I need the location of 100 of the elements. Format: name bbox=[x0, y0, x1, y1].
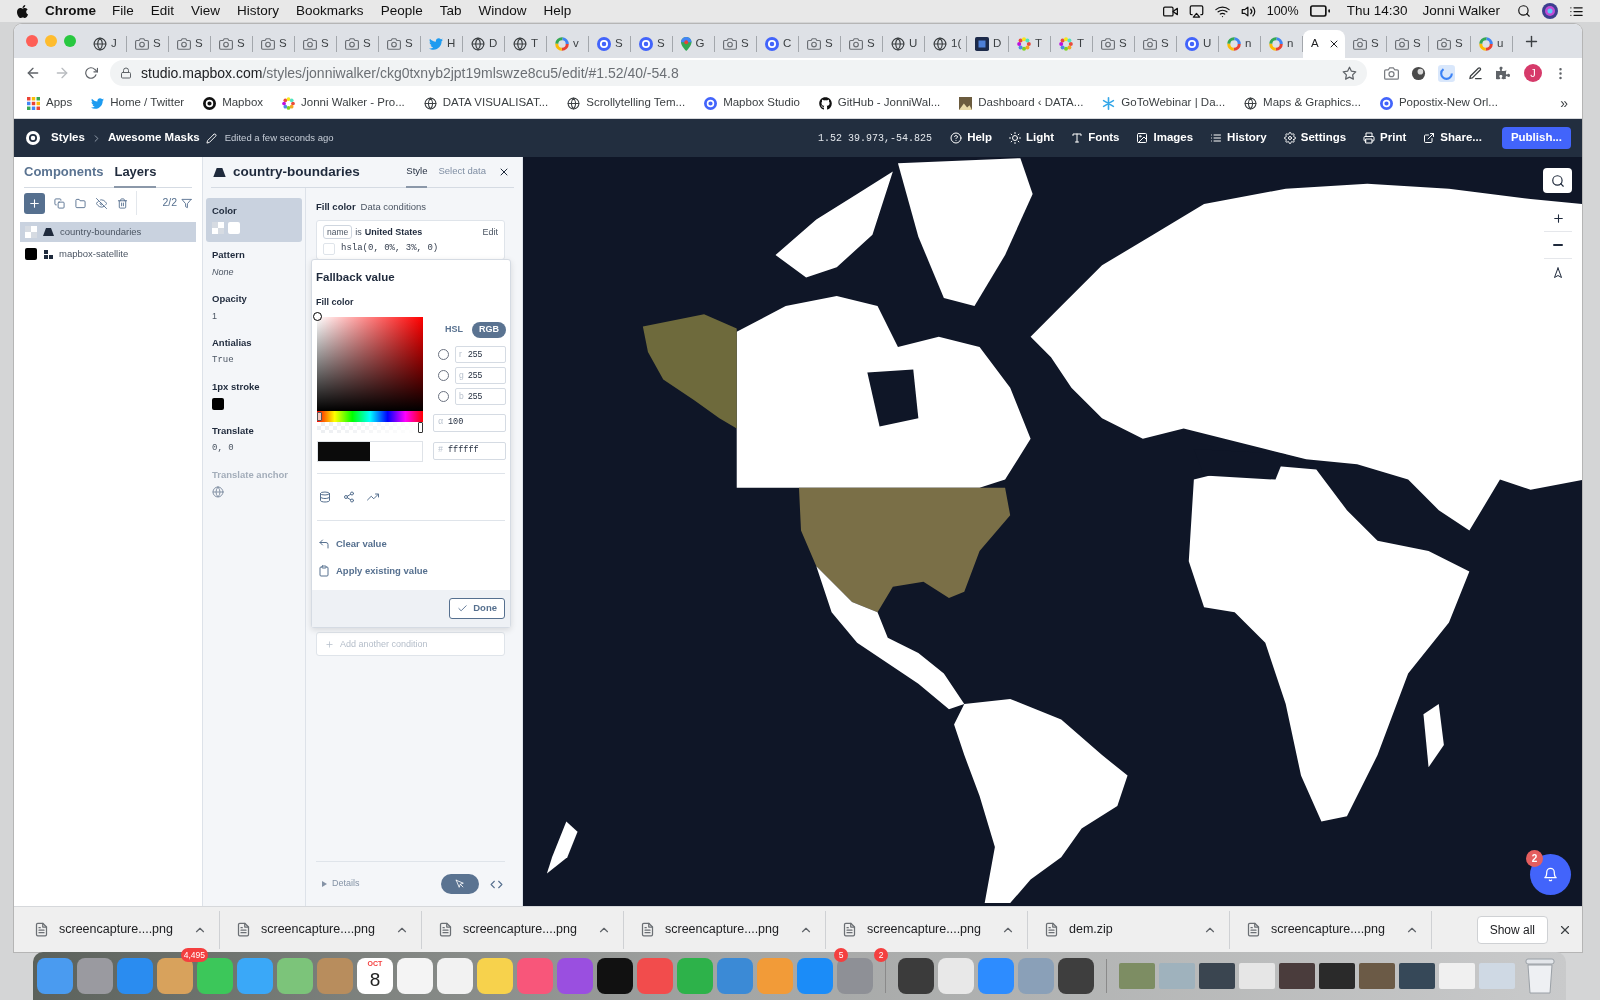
download-item[interactable]: screencapture....png bbox=[220, 910, 422, 949]
show-all-button[interactable]: Show all bbox=[1476, 915, 1548, 944]
eye-off-icon[interactable] bbox=[96, 197, 107, 209]
header-action-button[interactable]: Light bbox=[1009, 129, 1055, 147]
browser-tab[interactable]: T bbox=[1051, 30, 1093, 58]
address-bar[interactable]: studio.mapbox.com/styles/jonniwalker/ckg0txnyb2jpt19mlswze8cu5/edit/#1.52/40/-54.8 bbox=[110, 60, 1367, 86]
bookmark[interactable]: Jonni Walker - Pro... bbox=[282, 94, 405, 112]
browser-tab[interactable]: n bbox=[1219, 30, 1261, 58]
publish-button[interactable]: Publish... bbox=[1501, 127, 1571, 149]
bookmark[interactable]: Home / Twitter bbox=[91, 94, 185, 112]
browser-tab[interactable]: S bbox=[295, 30, 337, 58]
browser-tab[interactable]: H bbox=[421, 30, 463, 58]
browser-tab[interactable]: S bbox=[253, 30, 295, 58]
profile-avatar[interactable]: J bbox=[1524, 64, 1542, 82]
menu-item[interactable]: Help bbox=[543, 0, 572, 22]
popover-action-button[interactable]: Clear value bbox=[318, 536, 510, 551]
property-item[interactable]: Opacity 1 bbox=[206, 286, 302, 330]
header-action-button[interactable]: History bbox=[1210, 129, 1267, 147]
opacity-slider[interactable] bbox=[317, 421, 423, 433]
menu-item[interactable]: View bbox=[191, 0, 221, 22]
menu-item[interactable]: Bookmarks bbox=[296, 0, 364, 22]
header-action-button[interactable]: Share... bbox=[1423, 129, 1482, 147]
layer-row[interactable]: mapbox-satellite bbox=[20, 244, 196, 264]
browser-tab[interactable]: S bbox=[1093, 30, 1135, 58]
browser-tab[interactable]: S bbox=[211, 30, 253, 58]
clock[interactable]: Thu 14:30 bbox=[1346, 0, 1408, 22]
file-thumbnail[interactable] bbox=[1439, 963, 1475, 989]
close-icon[interactable] bbox=[498, 166, 510, 178]
breadcrumb-link[interactable]: Styles bbox=[51, 129, 85, 147]
search-icon[interactable] bbox=[1517, 4, 1531, 18]
popover-action-button[interactable]: Apply existing value bbox=[318, 564, 510, 579]
panel-tab[interactable]: Layers bbox=[114, 161, 157, 188]
video-camera-icon[interactable] bbox=[1162, 3, 1178, 19]
browser-tab[interactable]: A bbox=[1303, 30, 1345, 58]
select-mode-button[interactable] bbox=[441, 874, 479, 894]
menu-item[interactable]: Window bbox=[478, 0, 527, 22]
bookmark[interactable]: GitHub - JonniWal... bbox=[818, 94, 941, 112]
puzzle-icon[interactable] bbox=[1496, 66, 1510, 80]
file-thumbnail[interactable] bbox=[1119, 963, 1155, 989]
slider-thumb[interactable] bbox=[418, 421, 423, 433]
download-item[interactable]: screencapture....png bbox=[1230, 910, 1432, 949]
channel-input[interactable]: g 255 bbox=[455, 366, 506, 384]
header-action-button[interactable]: Settings bbox=[1283, 129, 1347, 147]
app-icon[interactable] bbox=[1058, 958, 1094, 994]
browser-tab[interactable]: J bbox=[85, 30, 127, 58]
star-icon[interactable] bbox=[1342, 65, 1357, 81]
camera-icon[interactable] bbox=[1384, 65, 1399, 81]
file-thumbnail[interactable] bbox=[1239, 963, 1275, 989]
more-bookmarks-button[interactable]: » bbox=[1560, 92, 1568, 114]
orb-icon[interactable] bbox=[1542, 3, 1558, 19]
download-item[interactable]: screencapture....png bbox=[826, 910, 1028, 949]
add-layer-button[interactable] bbox=[24, 192, 45, 214]
property-item[interactable]: Pattern None bbox=[206, 242, 302, 286]
app-icon[interactable] bbox=[437, 958, 473, 994]
file-thumbnail[interactable] bbox=[1479, 963, 1515, 989]
user-name[interactable]: Jonni Walker bbox=[1422, 0, 1500, 22]
download-item[interactable]: screencapture....png bbox=[624, 910, 826, 949]
trash-icon[interactable] bbox=[117, 197, 128, 209]
display-icon[interactable] bbox=[1188, 3, 1204, 19]
property-item[interactable]: Antialias True bbox=[206, 330, 302, 374]
file-thumbnail[interactable] bbox=[1319, 963, 1355, 989]
trend-icon[interactable] bbox=[367, 490, 379, 503]
style-name[interactable]: Awesome Masks bbox=[107, 129, 200, 147]
pen-icon[interactable] bbox=[1468, 65, 1483, 81]
bookmark[interactable]: DATA VISUALISAT... bbox=[423, 94, 549, 112]
browser-tab[interactable]: S bbox=[169, 30, 211, 58]
browser-tab[interactable]: C bbox=[757, 30, 799, 58]
browser-tab[interactable]: S bbox=[1387, 30, 1429, 58]
filter-icon[interactable] bbox=[181, 197, 192, 209]
mode-toggle[interactable]: RGB bbox=[472, 321, 506, 338]
copy-icon[interactable] bbox=[54, 197, 65, 209]
file-thumbnail[interactable] bbox=[1199, 963, 1235, 989]
bookmark[interactable]: GoToWebinar | Da... bbox=[1102, 94, 1226, 112]
header-action-button[interactable]: Print bbox=[1363, 129, 1407, 147]
app-icon[interactable] bbox=[397, 958, 433, 994]
browser-tab[interactable]: S bbox=[337, 30, 379, 58]
app-icon[interactable] bbox=[898, 958, 934, 994]
browser-tab[interactable]: T bbox=[505, 30, 547, 58]
header-action-button[interactable]: Help bbox=[950, 129, 993, 147]
hue-slider[interactable] bbox=[317, 410, 423, 422]
browser-tab[interactable]: S bbox=[589, 30, 631, 58]
browser-tab[interactable]: S bbox=[631, 30, 673, 58]
browser-tab[interactable]: S bbox=[841, 30, 883, 58]
file-thumbnail[interactable] bbox=[1359, 963, 1395, 989]
browser-tab[interactable]: S bbox=[1135, 30, 1177, 58]
panel-tab[interactable]: Components bbox=[24, 161, 104, 188]
property-item[interactable]: Color bbox=[206, 198, 302, 242]
slider-thumb[interactable] bbox=[317, 411, 322, 421]
browser-tab[interactable]: D bbox=[967, 30, 1009, 58]
editor-tab[interactable]: Style bbox=[406, 157, 428, 188]
alpha-input[interactable]: α 100 bbox=[433, 413, 506, 432]
bookmark[interactable]: Mapbox bbox=[203, 94, 264, 112]
browser-tab[interactable]: S bbox=[799, 30, 841, 58]
nodes-icon[interactable] bbox=[343, 490, 355, 503]
hex-input[interactable]: # ffffff bbox=[433, 441, 506, 460]
search-button[interactable] bbox=[1543, 168, 1572, 193]
download-item[interactable]: dem.zip bbox=[1028, 910, 1230, 949]
browser-tab[interactable]: 1( bbox=[925, 30, 967, 58]
property-item[interactable]: Translate 0, 0 bbox=[206, 418, 302, 462]
browser-tab[interactable]: S bbox=[379, 30, 421, 58]
